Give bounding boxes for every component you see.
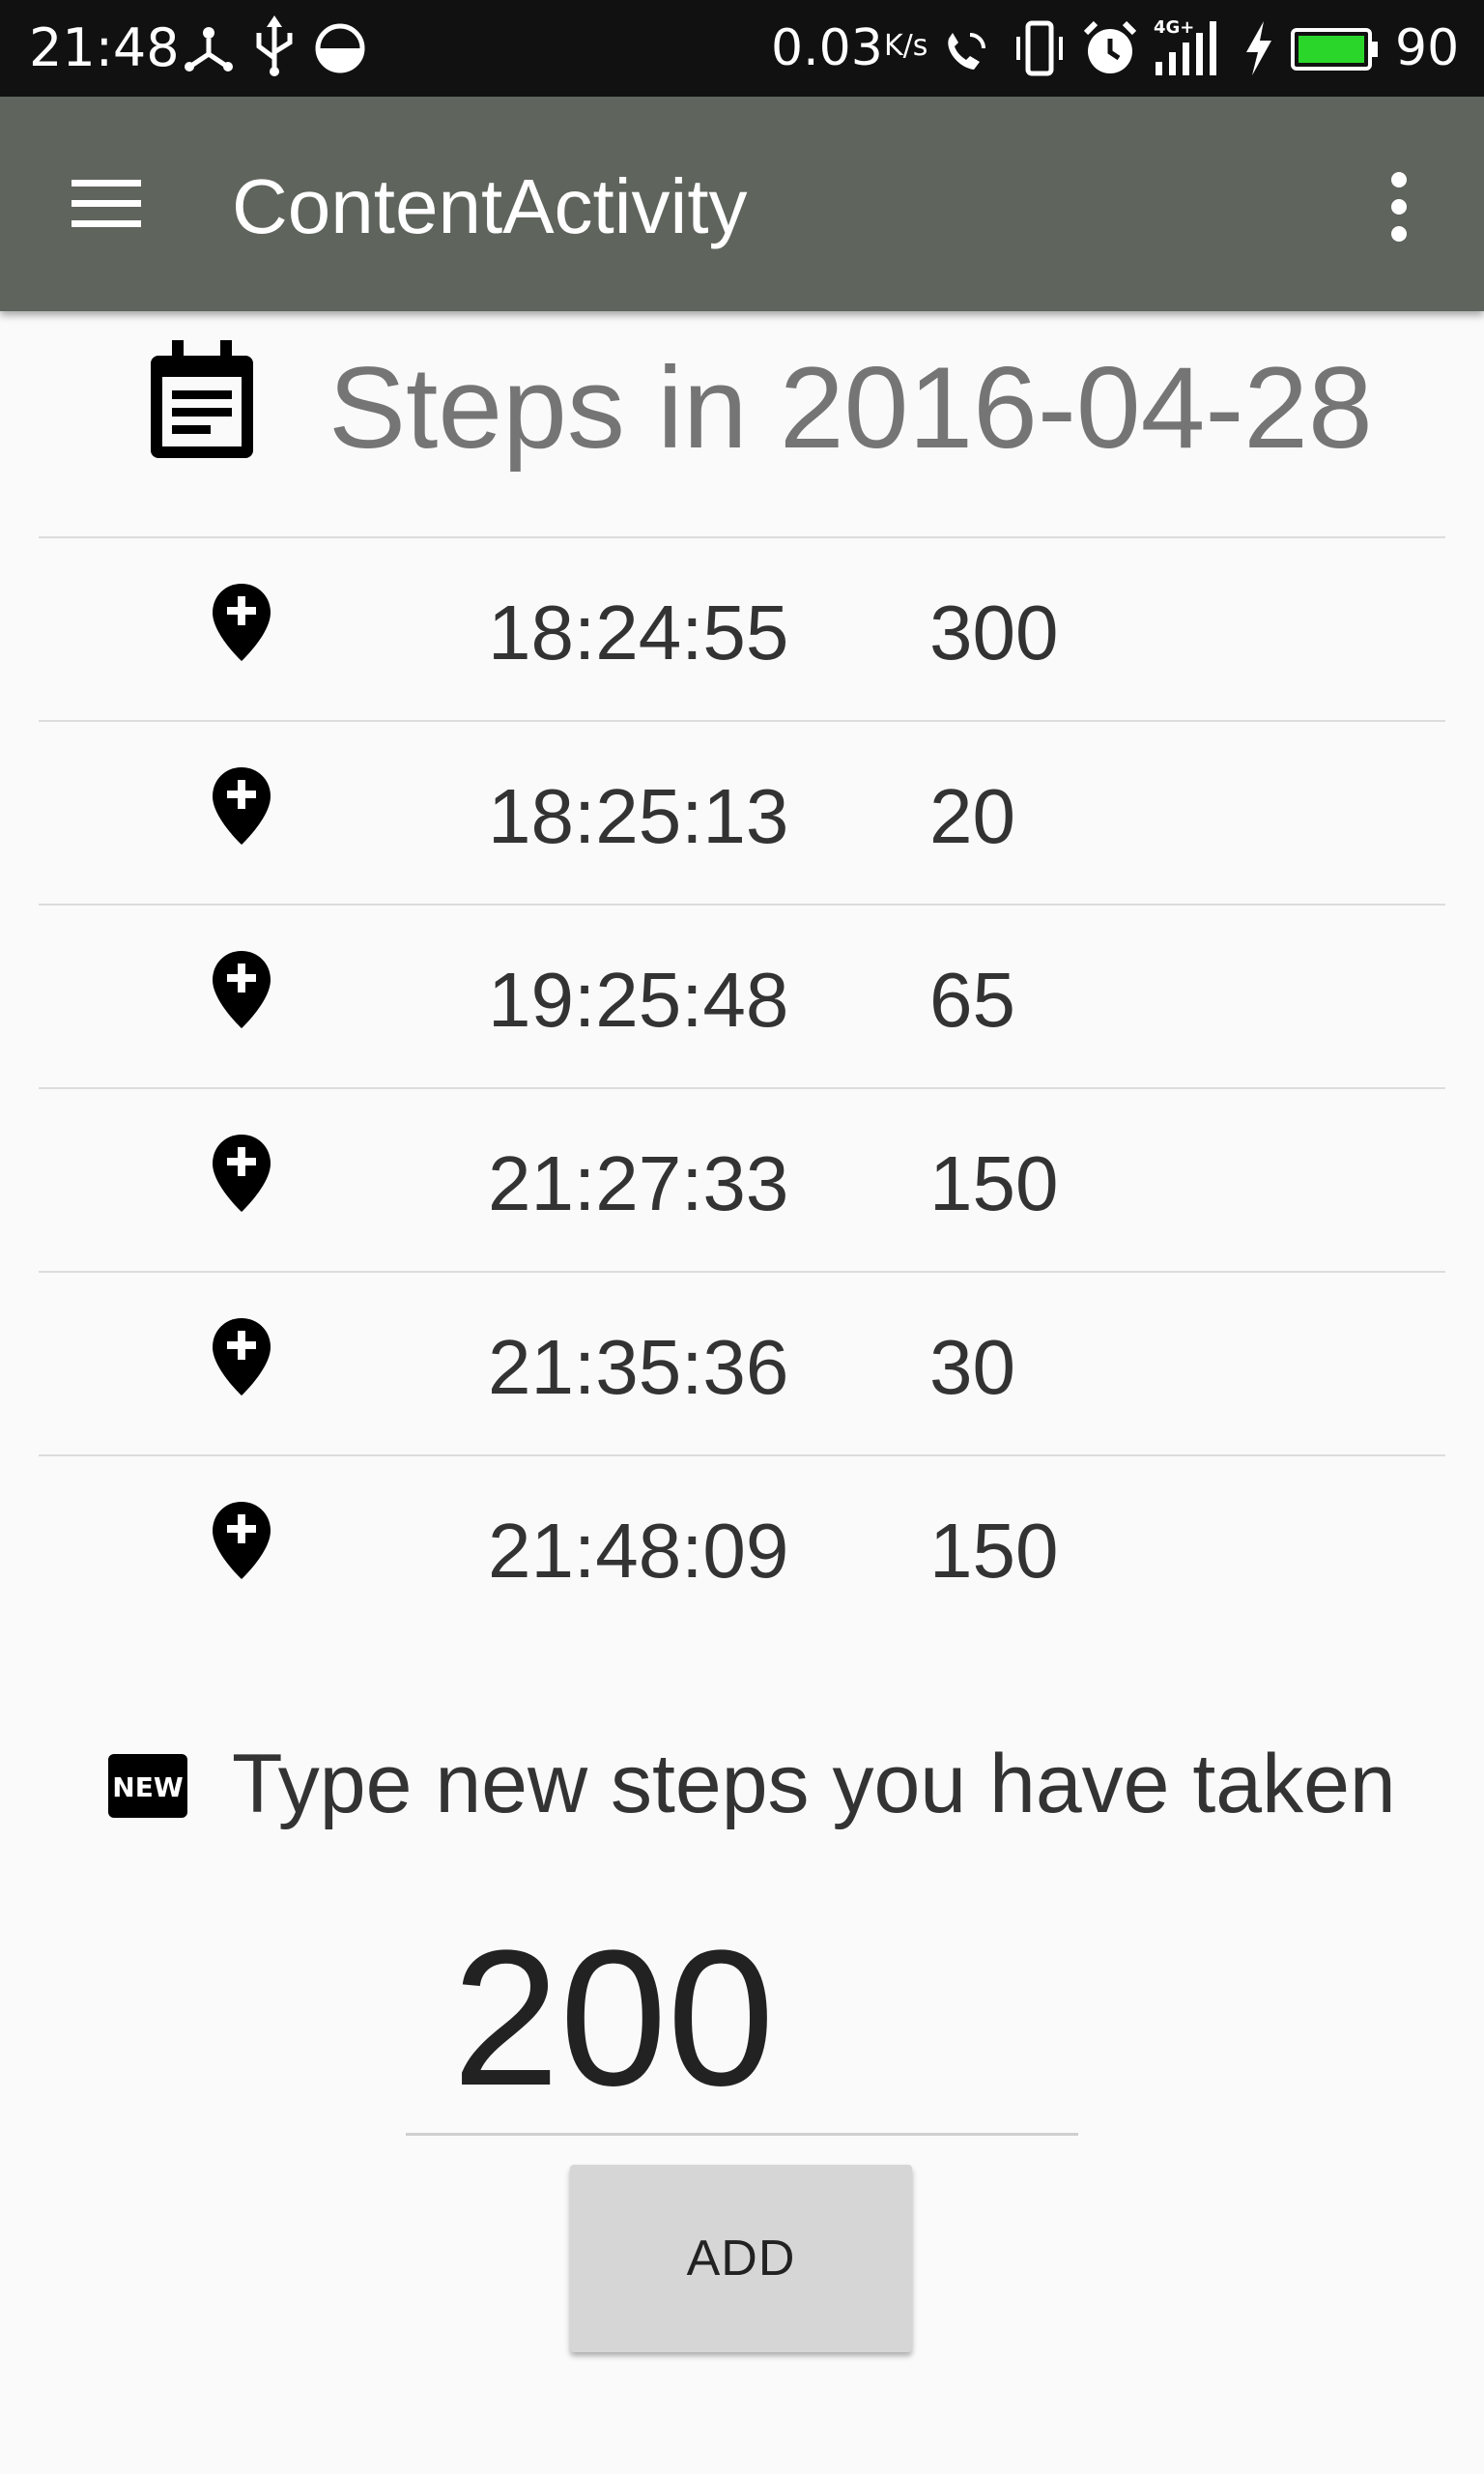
new-badge-icon: NEW bbox=[108, 1754, 187, 1818]
wifi-call-icon bbox=[948, 33, 985, 70]
step-time: 21:48:09 bbox=[488, 1508, 789, 1594]
step-time: 18:25:13 bbox=[488, 773, 789, 859]
list-item[interactable]: 18:24:55 300 bbox=[39, 536, 1445, 720]
app-title: ContentActivity bbox=[232, 163, 748, 249]
menu-icon[interactable] bbox=[68, 172, 145, 234]
list-item[interactable]: 18:25:13 20 bbox=[39, 720, 1445, 904]
step-time: 19:25:48 bbox=[488, 957, 789, 1043]
add-location-icon bbox=[213, 1135, 271, 1212]
list-item[interactable]: 21:48:09 150 bbox=[39, 1454, 1445, 1638]
add-location-icon bbox=[213, 584, 271, 661]
steps-list: 18:24:55 300 18:25:13 20 19:25:48 65 21:27:33 1… bbox=[39, 536, 1445, 1638]
add-location-icon bbox=[213, 951, 271, 1028]
step-count: 150 bbox=[929, 1140, 1059, 1226]
charging-icon bbox=[1246, 21, 1271, 75]
battery-percentage: 90 bbox=[1395, 19, 1460, 77]
status-time: 21:48 bbox=[29, 17, 180, 78]
list-item[interactable]: 21:35:36 30 bbox=[39, 1271, 1445, 1454]
step-count: 65 bbox=[929, 957, 1015, 1043]
battery-icon bbox=[1291, 28, 1378, 71]
network-speed: 0.03 bbox=[771, 19, 883, 77]
step-time: 21:35:36 bbox=[488, 1324, 789, 1410]
alarm-icon bbox=[1083, 20, 1137, 73]
data-saver-icon bbox=[315, 23, 365, 73]
list-item[interactable]: 19:25:48 65 bbox=[39, 904, 1445, 1087]
status-bar: 21:48 0.03 K/s 4G+ 90 bbox=[0, 0, 1484, 97]
network-speed-unit: K/s bbox=[884, 29, 928, 63]
add-location-icon bbox=[213, 1318, 271, 1395]
calendar-icon bbox=[151, 340, 253, 458]
date-header: Steps in 2016-04-28 bbox=[0, 319, 1484, 483]
step-time: 18:24:55 bbox=[488, 590, 789, 676]
add-location-icon bbox=[213, 1502, 271, 1579]
step-count: 30 bbox=[929, 1324, 1015, 1410]
page-title: Steps in 2016-04-28 bbox=[328, 343, 1373, 473]
step-time: 21:27:33 bbox=[488, 1140, 789, 1226]
usb-hub-icon bbox=[185, 27, 233, 72]
vibrate-icon bbox=[1016, 20, 1063, 76]
svg-text:NEW: NEW bbox=[112, 1771, 184, 1803]
new-steps-label: Type new steps you have taken bbox=[232, 1738, 1396, 1830]
step-count: 150 bbox=[929, 1508, 1059, 1594]
steps-input[interactable] bbox=[406, 1904, 1078, 2136]
step-count: 300 bbox=[929, 590, 1059, 676]
more-options-icon[interactable] bbox=[1372, 168, 1426, 245]
add-location-icon bbox=[213, 767, 271, 845]
app-bar: ContentActivity bbox=[0, 97, 1484, 311]
usb-icon bbox=[256, 15, 293, 76]
step-count: 20 bbox=[929, 773, 1015, 859]
list-item[interactable]: 21:27:33 150 bbox=[39, 1087, 1445, 1271]
signal-4g-icon: 4G+ bbox=[1154, 17, 1216, 75]
add-button[interactable]: ADD bbox=[570, 2165, 912, 2352]
svg-text:4G+: 4G+ bbox=[1154, 17, 1194, 38]
